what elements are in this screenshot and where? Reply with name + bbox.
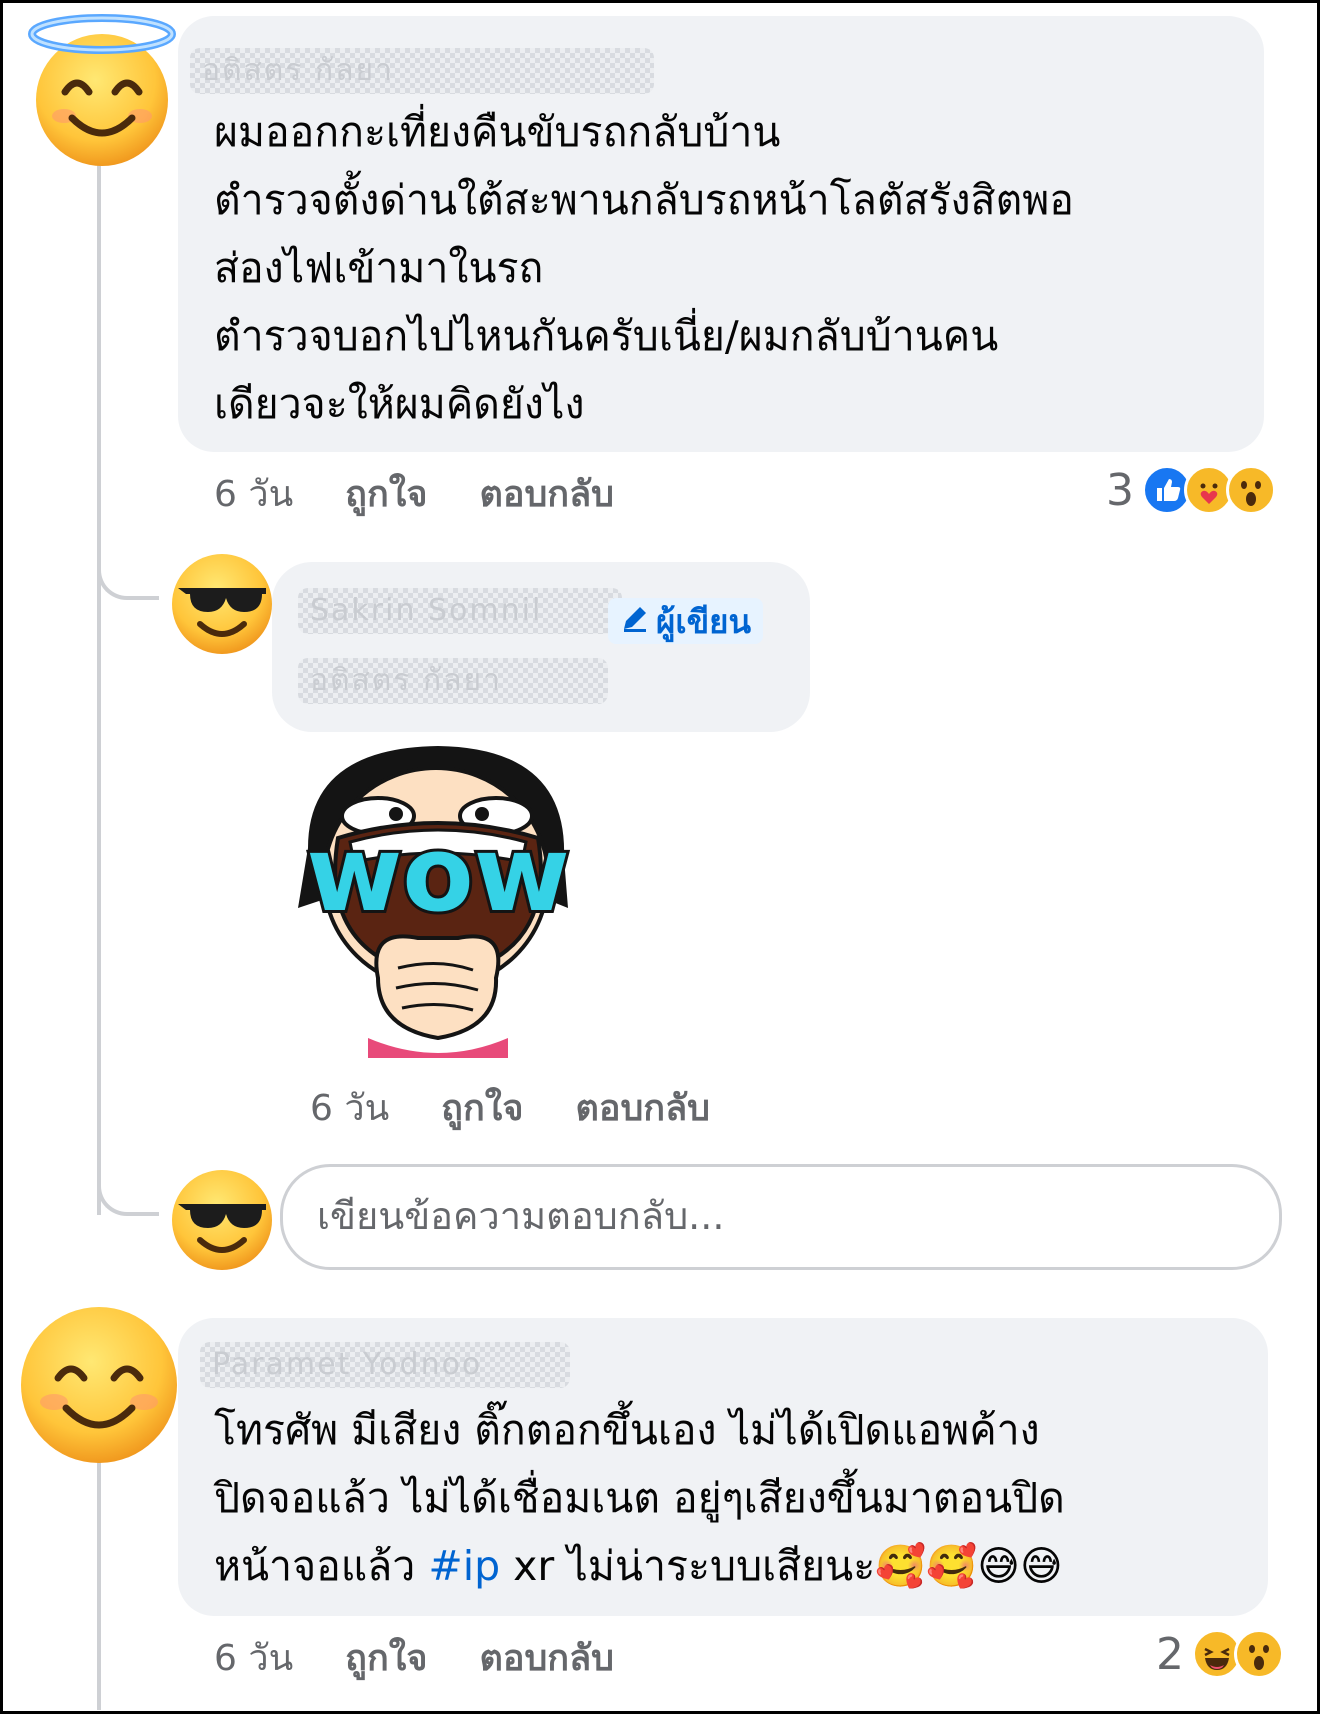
comment-author[interactable]: อติสตร กัลยา bbox=[190, 48, 654, 94]
comment-timestamp[interactable]: 6 วัน bbox=[214, 1629, 293, 1686]
smiling-face-with-sunglasses-icon[interactable] bbox=[170, 552, 274, 656]
thread-branch bbox=[97, 540, 159, 600]
like-button[interactable]: ถูกใจ bbox=[345, 465, 427, 522]
reaction-count: 3 bbox=[1106, 464, 1134, 516]
smiling-face-with-halo-icon[interactable] bbox=[22, 8, 182, 168]
wow-icon bbox=[1234, 1629, 1284, 1679]
reaction-count: 2 bbox=[1156, 1628, 1184, 1680]
thread-branch bbox=[97, 1150, 159, 1216]
smiling-face-icon[interactable] bbox=[18, 1304, 180, 1466]
hashtag-link[interactable]: #ip bbox=[428, 1542, 500, 1590]
reply-button[interactable]: ตอบกลับ bbox=[479, 1629, 614, 1686]
reaction-summary[interactable]: 3 bbox=[1106, 462, 1276, 518]
comment-author[interactable]: Sakrin Somnil bbox=[298, 588, 622, 634]
comment-actions: 6 วัน ถูกใจ ตอบกลับ bbox=[214, 1632, 614, 1682]
comment-author[interactable]: Paramet Yodnoo bbox=[200, 1342, 570, 1388]
thread-line bbox=[97, 155, 101, 1215]
reply-input[interactable]: เขียนข้อความตอบกลับ... bbox=[280, 1164, 1282, 1270]
smiling-face-with-sunglasses-icon bbox=[170, 1168, 274, 1272]
mention-link[interactable]: อติสตร กัลยา bbox=[298, 658, 608, 704]
thread-line bbox=[97, 1435, 101, 1710]
comment-actions: 6 วัน ถูกใจ ตอบกลับ bbox=[214, 468, 614, 518]
comment-text: ผมออกกะเที่ยงคืนขับรถกลับบ้าน ตำรวจตั้งด… bbox=[214, 108, 1074, 428]
pencil-icon bbox=[620, 602, 650, 641]
comment-text-tail: xr ไม่น่าระบบเสียนะ🥰🥰😅😅 bbox=[500, 1542, 1063, 1590]
comment-timestamp[interactable]: 6 วัน bbox=[310, 1079, 389, 1136]
like-button[interactable]: ถูกใจ bbox=[345, 1629, 427, 1686]
author-badge-label: ผู้เขียน bbox=[656, 601, 752, 641]
author-badge: ผู้เขียน bbox=[608, 598, 764, 644]
wow-icon bbox=[1226, 465, 1276, 515]
like-button[interactable]: ถูกใจ bbox=[441, 1079, 523, 1136]
reaction-summary[interactable]: 2 bbox=[1156, 1626, 1284, 1682]
wow-sticker[interactable]: wow bbox=[268, 738, 608, 1058]
comment-actions: 6 วัน ถูกใจ ตอบกลับ bbox=[310, 1082, 710, 1132]
reply-button[interactable]: ตอบกลับ bbox=[575, 1079, 710, 1136]
sticker-text: wow bbox=[306, 813, 570, 935]
reply-button[interactable]: ตอบกลับ bbox=[479, 465, 614, 522]
comment-text: โทรศัพ มีเสียง ติ๊กตอกขึ้นเอง ไม่ได้เปิด… bbox=[214, 1396, 1254, 1600]
comment-timestamp[interactable]: 6 วัน bbox=[214, 465, 293, 522]
